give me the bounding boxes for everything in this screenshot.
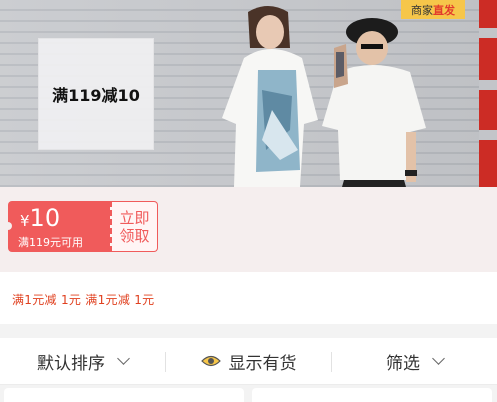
coupon-value-panel: ¥10 满119元可用 bbox=[4, 201, 110, 252]
in-stock-toggle[interactable]: 显示有货 bbox=[166, 338, 331, 384]
hero-banner[interactable]: 满119减10 商家 直发 bbox=[0, 0, 497, 187]
default-sort-dropdown[interactable]: 默认排序 bbox=[0, 338, 165, 384]
chevron-down-icon bbox=[432, 352, 445, 365]
sort-filter-bar: 默认排序 显示有货 筛选 bbox=[0, 338, 497, 385]
merchant-direct-badge: 商家 直发 bbox=[401, 0, 465, 19]
coupon-amount: ¥10 bbox=[20, 204, 60, 235]
in-stock-label: 显示有货 bbox=[228, 353, 297, 374]
promo-card: 满119减10 bbox=[38, 38, 154, 150]
product-grid-top bbox=[0, 385, 497, 402]
badge-text-direct: 直发 bbox=[433, 3, 455, 17]
coupon-amount-value: 10 bbox=[29, 204, 61, 232]
claim-label-line1: 立即 bbox=[119, 208, 150, 227]
filter-dropdown[interactable]: 筛选 bbox=[332, 338, 497, 384]
claim-label-line2: 领取 bbox=[119, 226, 150, 245]
discount-text: 满1元减 1元 满1元减 1元 bbox=[12, 293, 155, 307]
default-sort-label: 默认排序 bbox=[37, 353, 105, 374]
coupon-card[interactable]: ¥10 满119元可用 立即 领取 bbox=[4, 201, 158, 252]
eye-icon bbox=[200, 354, 221, 368]
promo-text: 满119减10 bbox=[52, 86, 140, 105]
badge-text-merchant: 商家 bbox=[411, 3, 433, 17]
section-gap bbox=[0, 324, 497, 338]
coupon-notch bbox=[4, 222, 12, 230]
discount-info-row: 满1元减 1元 满1元减 1元 bbox=[0, 272, 497, 324]
coupon-condition: 满119元可用 bbox=[18, 236, 83, 249]
coupon-currency: ¥ bbox=[20, 212, 30, 230]
chevron-down-icon bbox=[117, 352, 130, 365]
coupon-section: ¥10 满119元可用 立即 领取 bbox=[0, 187, 497, 272]
claim-coupon-button[interactable]: 立即 领取 bbox=[110, 201, 158, 252]
filter-label: 筛选 bbox=[386, 353, 420, 374]
